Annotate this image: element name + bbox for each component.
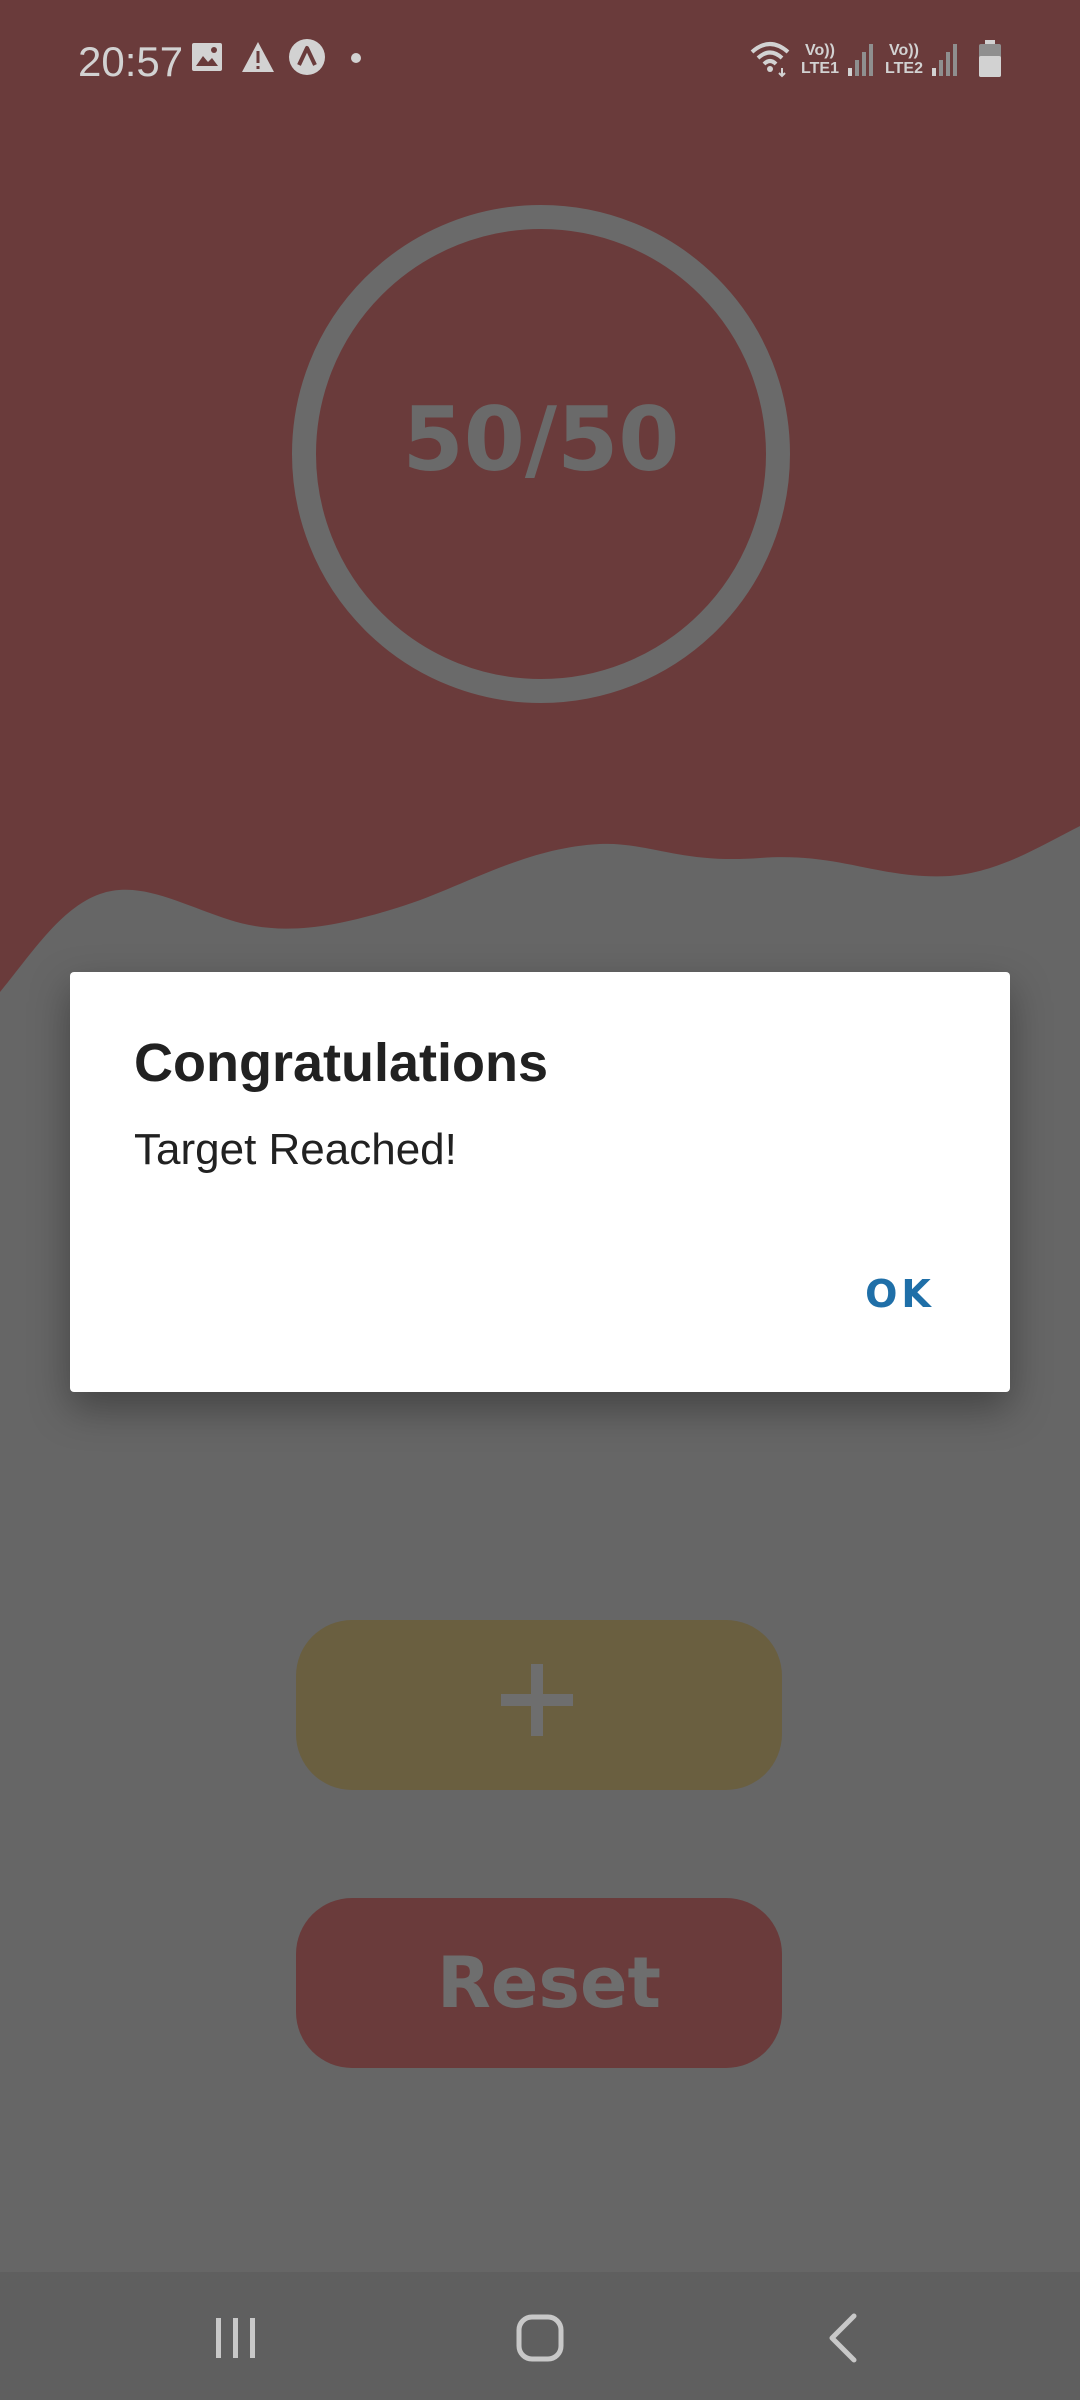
wifi-icon	[750, 42, 790, 78]
back-icon[interactable]	[794, 2298, 894, 2378]
lte2-label: Vo)) LTE2	[882, 42, 926, 78]
dialog-message: Target Reached!	[134, 1125, 457, 1174]
recent-apps-icon[interactable]	[186, 2298, 286, 2378]
status-bar: 20:57 Vo)) LTE1 Vo)) LTE2	[0, 0, 1080, 120]
counter-value: 50/50	[402, 388, 680, 491]
signal-lte2-icon	[932, 44, 957, 76]
lte1-text: LTE1	[801, 60, 839, 77]
navigation-bar	[0, 2272, 1080, 2400]
image-icon	[192, 43, 222, 71]
lte1-label: Vo)) LTE1	[798, 42, 842, 78]
warning-icon	[242, 42, 274, 72]
app-screen: 20:57 Vo)) LTE1 Vo)) LTE2 50/50 Reset Co…	[0, 0, 1080, 2400]
ok-button[interactable]: OK	[840, 1254, 960, 1334]
plus-icon	[501, 1664, 573, 1736]
status-time: 20:57	[78, 38, 184, 85]
battery-icon	[979, 40, 1001, 77]
lte2-volte-text: Vo))	[889, 42, 919, 59]
congratulations-dialog: Congratulations Target Reached! OK	[70, 972, 1010, 1392]
dot-icon	[351, 53, 361, 63]
dialog-title: Congratulations	[134, 1033, 548, 1093]
reset-button-label: Reset	[437, 1942, 661, 2024]
lte2-text: LTE2	[885, 60, 923, 77]
home-icon[interactable]	[490, 2298, 590, 2378]
app-a-icon	[289, 39, 325, 75]
lte1-volte-text: Vo))	[805, 42, 835, 59]
signal-lte1-icon	[848, 44, 873, 76]
